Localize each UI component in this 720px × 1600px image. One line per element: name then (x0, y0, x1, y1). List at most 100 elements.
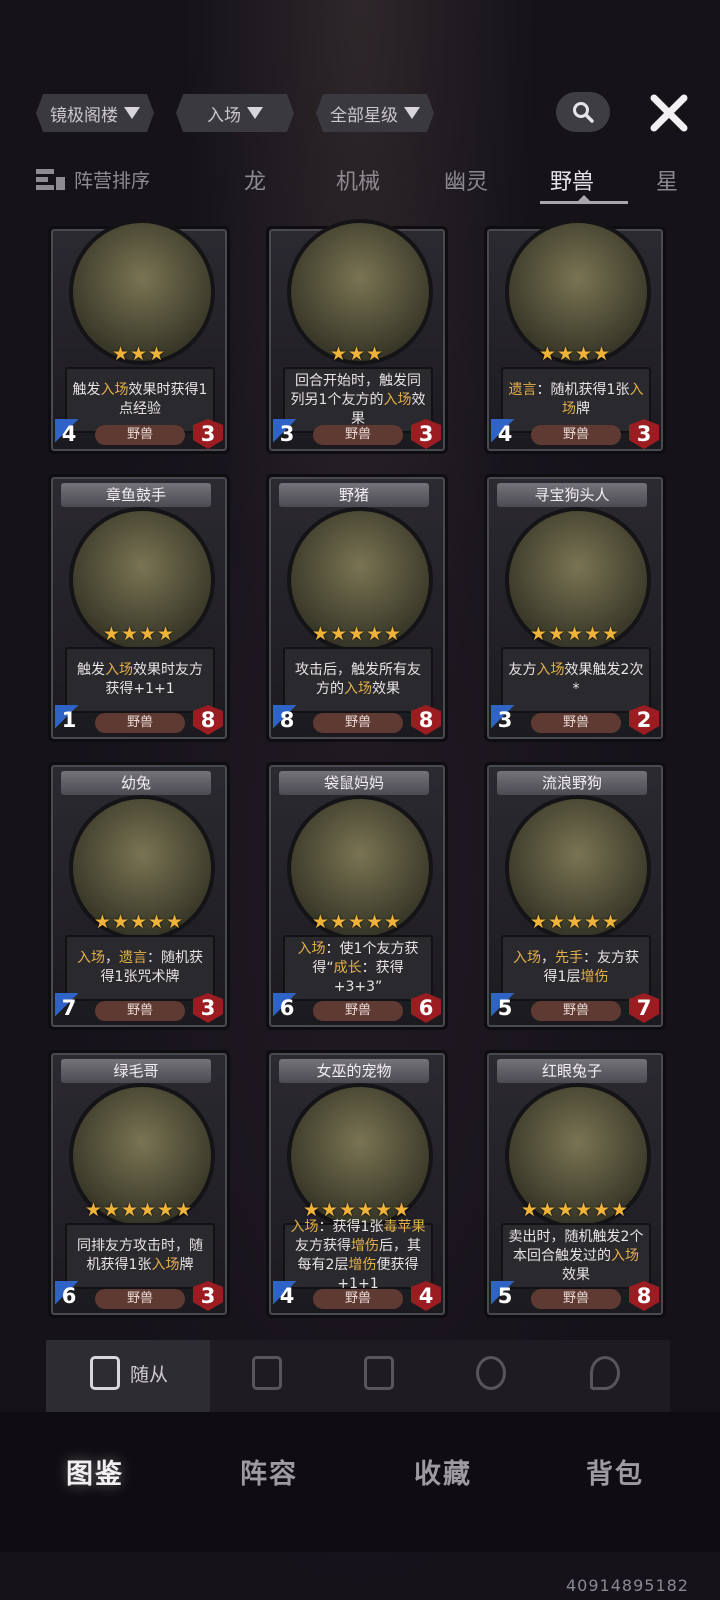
minion-card[interactable]: ★★★ 回合开始时，触发同列另1个友方的入场效果 野兽 3 3 (266, 219, 448, 454)
card-description: 入场：获得1张毒苹果友方获得增伤后，其每有2层增伤便获得+1+1 (283, 1219, 433, 1292)
card-stars: ★★★★★★ (84, 1199, 194, 1221)
keyword-text: 增伤 (580, 969, 609, 985)
tab-dragon[interactable]: 龙 (244, 164, 266, 196)
card-health: 3 (193, 993, 223, 1023)
card-name: 红眼兔子 (497, 1059, 647, 1083)
card-tribe: 野兽 (531, 713, 621, 733)
nav-lineup[interactable]: 阵容 (240, 1452, 298, 1491)
search-button[interactable] (556, 92, 610, 132)
hero-icon (476, 1356, 506, 1390)
category-minion[interactable]: 随从 (90, 1356, 168, 1390)
description-text: 攻击后，触发所有友 (295, 662, 421, 678)
card-attack: 3 (491, 705, 519, 735)
card-attack: 8 (273, 705, 301, 735)
keyword-text: 入场 (344, 681, 372, 697)
minion-card[interactable]: 袋鼠妈妈 ★★★★★ 入场：使1个友方获得“成长：获得+3+3” 野兽 6 6 (266, 762, 448, 1030)
description-text: 有2层 (311, 1257, 349, 1273)
card-health: 8 (629, 1281, 659, 1311)
description-text: ：随机 (147, 950, 189, 966)
keyword-text: 入场 (297, 940, 326, 957)
description-text: 机获得1张 (86, 1257, 152, 1273)
card-attack: 5 (491, 993, 519, 1023)
chevron-down-icon (404, 107, 420, 119)
card-description: 回合开始时，触发同列另1个友方的入场效果 (283, 367, 433, 433)
card-stars: ★★★★ (102, 623, 176, 645)
card-name: 袋鼠妈妈 (279, 771, 429, 795)
keyword-text: 入场 (105, 662, 133, 678)
card-stars: ★★★★★★ (520, 1199, 630, 1221)
tab-star[interactable]: 星 (656, 164, 678, 196)
card-health: 6 (411, 993, 441, 1023)
card-name: 寻宝狗头人 (497, 483, 647, 507)
card-name: 绿毛哥 (61, 1059, 211, 1083)
nav-backpack[interactable]: 背包 (586, 1452, 644, 1491)
card-description: 入场，遗言：随机获得1张咒术牌 (65, 935, 215, 1001)
description-text: ， (105, 950, 119, 966)
card-health: 3 (411, 419, 441, 449)
filter-mode-dropdown[interactable]: 镜极阁楼 (36, 94, 154, 132)
description-text: 本回合触发过的 (513, 1247, 611, 1264)
card-attack: 4 (491, 419, 519, 449)
card-attack: 6 (273, 993, 301, 1023)
filter-star-dropdown[interactable]: 全部星级 (316, 94, 434, 132)
minion-card[interactable]: 野猪 ★★★★★ 攻击后，触发所有友方的入场效果 野兽 8 8 (266, 474, 448, 742)
minion-card[interactable]: ★★★★ 遗言：随机获得1张入场牌 野兽 4 3 (484, 219, 666, 454)
card-description: 友方入场效果触发2次* (501, 647, 651, 713)
category-spell[interactable] (252, 1356, 282, 1390)
description-text: 效果时 (128, 382, 171, 398)
filter-star-label: 全部星级 (330, 105, 398, 126)
minion-card[interactable]: 红眼兔子 ★★★★★★ 卖出时，随机触发2个本回合触发过的入场效果 野兽 5 8 (484, 1050, 666, 1318)
minion-card[interactable]: 女巫的宠物 ★★★★★★ 入场：获得1张毒苹果友方获得增伤后，其每有2层增伤便获得+… (266, 1050, 448, 1318)
nav-codex[interactable]: 图鉴 (66, 1452, 124, 1491)
tab-beast[interactable]: 野兽 (550, 164, 594, 196)
description-text: 回合开始时，触发 (295, 372, 407, 389)
card-attack: 5 (491, 1281, 519, 1311)
category-skill[interactable] (590, 1356, 620, 1390)
card-tribe: 野兽 (95, 425, 185, 445)
description-text: ， (541, 950, 555, 966)
close-button[interactable] (648, 92, 690, 134)
keyword-text: 毒苹果 (383, 1219, 426, 1235)
description-text: 友方获得 (295, 1238, 351, 1254)
minion-card[interactable]: 幼兔 ★★★★★ 入场，遗言：随机获得1张咒术牌 野兽 7 3 (48, 762, 230, 1030)
watermark: 40914895182 (566, 1576, 689, 1595)
category-minion-label: 随从 (130, 1363, 169, 1386)
description-text: +3+3” (333, 978, 383, 995)
card-description: 遗言：随机获得1张入场牌 (501, 367, 651, 433)
card-tribe: 野兽 (95, 713, 185, 733)
description-text: 牌 (576, 401, 590, 417)
card-health: 7 (629, 993, 659, 1023)
chevron-down-icon (247, 107, 263, 119)
card-attack: 4 (55, 419, 83, 449)
description-text: 效果 (372, 681, 400, 697)
card-name: 女巫的宠物 (279, 1059, 429, 1083)
tab-ghost[interactable]: 幽灵 (444, 164, 488, 196)
description-text: 触发 (72, 382, 101, 398)
card-health: 4 (411, 1281, 441, 1311)
card-tribe: 野兽 (313, 1001, 403, 1021)
faction-sort-button[interactable]: 阵营排序 (36, 166, 150, 193)
card-description: 入场，先手：友方获得1层增伤 (501, 935, 651, 1001)
card-name: 野猪 (279, 483, 429, 507)
sort-icon (36, 168, 65, 190)
minion-card[interactable]: 章鱼鼓手 ★★★★ 触发入场效果时友方获得+1+1 野兽 1 8 (48, 474, 230, 742)
filter-keyword-dropdown[interactable]: 入场 (176, 94, 294, 132)
card-attack: 7 (55, 993, 83, 1023)
description-text: 同排友方攻击时，随 (77, 1238, 203, 1254)
description-text: 友方 (508, 662, 537, 678)
keyword-text: 入场 (536, 662, 565, 678)
minion-card[interactable]: 流浪野狗 ★★★★★ 入场，先手：友方获得1层增伤 野兽 5 7 (484, 762, 666, 1030)
minion-card[interactable]: 绿毛哥 ★★★★★★ 同排友方攻击时，随机获得1张入场牌 野兽 6 3 (48, 1050, 230, 1318)
minion-card[interactable]: ★★★ 触发入场效果时获得1点经验 野兽 4 3 (48, 219, 230, 454)
category-hero[interactable] (476, 1356, 506, 1390)
nav-collection[interactable]: 收藏 (414, 1452, 472, 1491)
description-text: ：使1个友方 (325, 940, 405, 957)
keyword-text: 增伤 (351, 1238, 379, 1254)
category-item[interactable] (364, 1356, 394, 1390)
keyword-text: 入场 (77, 950, 105, 966)
description-text: 卖出时，随机触发2个 (508, 1228, 644, 1245)
card-stars: ★★★★★ (529, 623, 621, 645)
skill-icon (590, 1356, 620, 1390)
minion-card[interactable]: 寻宝狗头人 ★★★★★ 友方入场效果触发2次* 野兽 3 2 (484, 474, 666, 742)
tab-mech[interactable]: 机械 (336, 164, 380, 196)
